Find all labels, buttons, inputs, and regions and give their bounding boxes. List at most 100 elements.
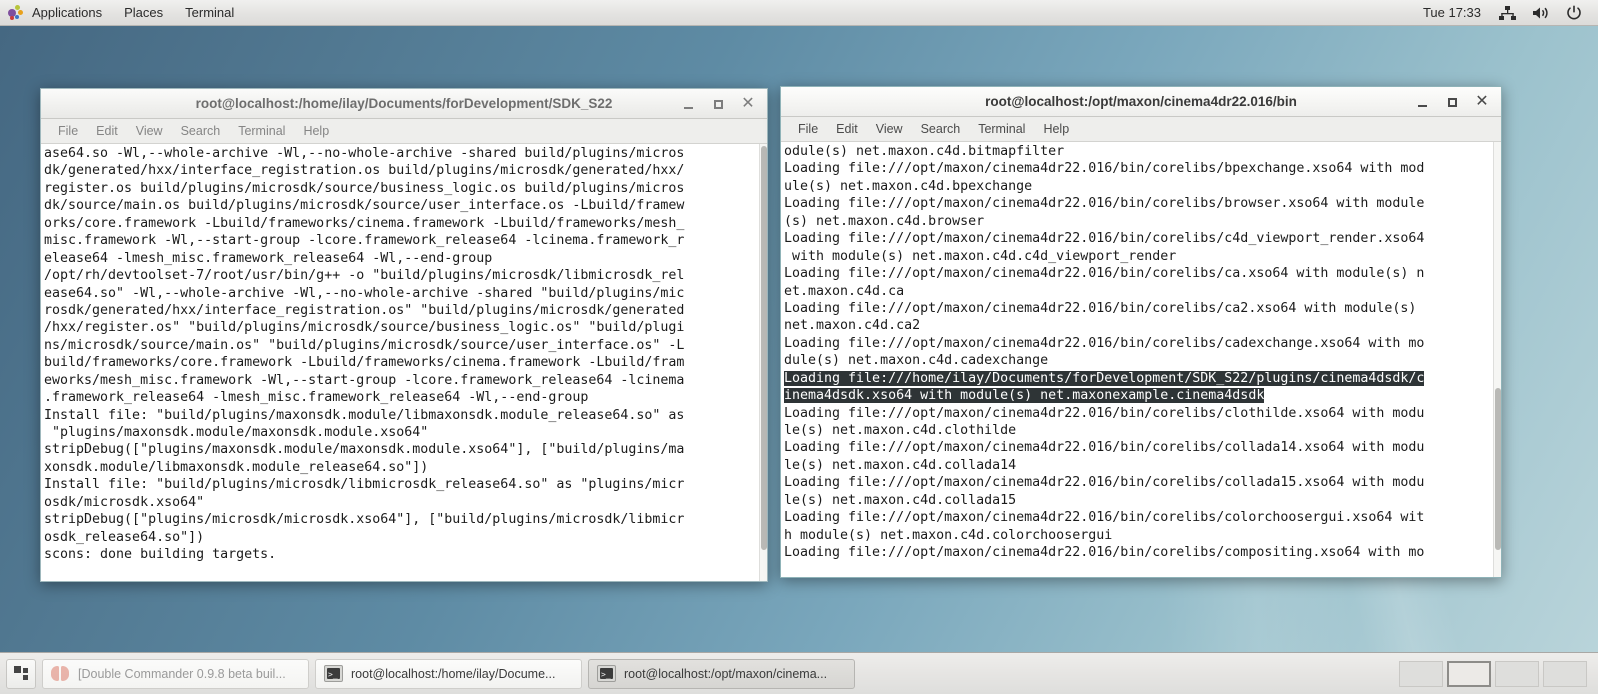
terminal-line: "plugins/maxonsdk.module/maxonsdk.module… [44, 425, 429, 440]
workspace-3[interactable] [1495, 660, 1539, 687]
show-desktop-icon[interactable] [6, 658, 36, 689]
terminal-body-right[interactable]: odule(s) net.maxon.c4d.bitmapfilter Loadi… [781, 142, 1501, 577]
menubar-left: File Edit View Search Terminal Help [41, 119, 767, 144]
terminal-line: le(s) net.maxon.c4d.clothilde [784, 423, 1017, 438]
terminal-line: rosdk/generated/hxx/interface_registrati… [44, 302, 685, 318]
titlebar-left[interactable]: root@localhost:/home/ilay/Documents/forD… [41, 89, 767, 119]
network-icon[interactable] [1491, 4, 1524, 22]
terminal-line: le(s) net.maxon.c4d.collada15 [784, 492, 1017, 508]
terminal-line: Loading file:///opt/maxon/cinema4dr22.01… [784, 335, 1425, 351]
scrollbar-thumb-left[interactable] [761, 146, 767, 550]
menu-help-right[interactable]: Help [1034, 119, 1078, 139]
power-icon[interactable] [1558, 3, 1590, 23]
terminal-line: dk/generated/hxx/interface_registration.… [44, 163, 685, 179]
terminal-line: Loading file:///opt/maxon/cinema4dr22.01… [784, 475, 1425, 491]
terminal-icon [597, 665, 616, 683]
terminal-line: Install file: "build/plugins/microsdk/li… [44, 477, 685, 493]
terminal-line: Loading file:///opt/maxon/cinema4dr22.01… [784, 440, 1425, 456]
maximize-button-left[interactable] [703, 91, 733, 117]
terminal-menu[interactable]: Terminal [174, 1, 245, 25]
terminal-line: ease64.so" -Wl,--whole-archive -Wl,--no-… [44, 285, 685, 301]
terminal-line: orks/core.framework -Lbuild/frameworks/c… [44, 215, 685, 231]
terminal-line: Loading file:///opt/maxon/cinema4dr22.01… [784, 161, 1425, 177]
double-commander-icon [51, 665, 70, 682]
menu-help-left[interactable]: Help [294, 121, 338, 141]
terminal-line: Loading file:///opt/maxon/cinema4dr22.01… [784, 266, 1425, 282]
close-button-left[interactable]: ✕ [733, 91, 763, 117]
terminal-line: Loading file:///opt/maxon/cinema4dr22.01… [784, 405, 1425, 421]
terminal-line: odule(s) net.maxon.c4d.bitmapfilter [784, 144, 1065, 159]
menu-terminal-right[interactable]: Terminal [969, 119, 1034, 139]
terminal-window-left[interactable]: root@localhost:/home/ilay/Documents/forD… [40, 88, 768, 582]
terminal-line: Loading file:///opt/maxon/cinema4dr22.01… [784, 510, 1425, 526]
terminal-line: xonsdk.module/libmaxonsdk.module_release… [44, 459, 429, 475]
terminal-icon [324, 665, 343, 683]
tasklist: [Double Commander 0.9.8 beta buil... root… [42, 658, 1396, 689]
terminal-line: build/frameworks/core.framework -Lbuild/… [44, 355, 685, 371]
places-menu[interactable]: Places [113, 1, 174, 25]
top-panel-menus: Applications Places Terminal [21, 1, 245, 25]
menu-file-right[interactable]: File [789, 119, 827, 139]
menu-file-left[interactable]: File [49, 121, 87, 141]
terminal-line: le(s) net.maxon.c4d.collada14 [784, 457, 1017, 473]
workspace-1[interactable] [1399, 660, 1443, 687]
top-panel-status-area: Tue 17:33 [1413, 2, 1598, 23]
workspace-4[interactable] [1543, 660, 1587, 687]
taskbar-label: [Double Commander 0.9.8 beta buil... [78, 666, 286, 681]
menu-terminal-left[interactable]: Terminal [229, 121, 294, 141]
window-controls-left: ✕ [673, 89, 763, 119]
terminal-line: Loading file:///opt/maxon/cinema4dr22.01… [784, 300, 1417, 316]
terminal-line: osdk/microsdk.xso64" [44, 494, 205, 510]
menu-edit-left[interactable]: Edit [87, 121, 127, 141]
terminal-line: eworks/mesh_misc.framework -Wl,--start-g… [44, 372, 685, 388]
terminal-line: scons: done building targets. [44, 547, 277, 563]
terminal-window-right[interactable]: root@localhost:/opt/maxon/cinema4dr22.01… [780, 86, 1502, 578]
show-desktop-glyph [13, 666, 29, 681]
taskbar-label: root@localhost:/opt/maxon/cinema... [624, 666, 828, 681]
volume-icon[interactable] [1524, 4, 1558, 22]
terminal-line: elease64 -lmesh_misc.framework_release64… [44, 250, 493, 266]
workspace-2[interactable] [1447, 660, 1491, 687]
taskbar-button-2[interactable]: root@localhost:/opt/maxon/cinema... [588, 658, 855, 689]
menu-search-right[interactable]: Search [912, 119, 970, 139]
menu-edit-right[interactable]: Edit [827, 119, 867, 139]
terminal-line: .framework_release64 -lmesh_misc.framewo… [44, 390, 589, 406]
maximize-button-right[interactable] [1437, 89, 1467, 115]
taskbar-button-1[interactable]: root@localhost:/home/ilay/Docume... [315, 658, 582, 689]
gnome-foot-icon[interactable] [8, 5, 23, 20]
terminal-line: Loading file:///opt/maxon/cinema4dr22.01… [784, 196, 1425, 212]
bottom-panel: [Double Commander 0.9.8 beta buil... root… [0, 652, 1598, 694]
window-title-left: root@localhost:/home/ilay/Documents/forD… [195, 96, 613, 111]
menu-view-right[interactable]: View [867, 119, 912, 139]
clock[interactable]: Tue 17:33 [1413, 2, 1491, 23]
terminal-line: h module(s) net.maxon.c4d.colorchoosergu… [784, 527, 1113, 543]
terminal-line: net.maxon.c4d.ca2 [784, 318, 921, 334]
terminal-line: (s) net.maxon.c4d.browser [784, 213, 985, 229]
applications-menu[interactable]: Applications [21, 1, 113, 25]
scrollbar-thumb-right[interactable] [1495, 388, 1501, 550]
terminal-line: Loading file:///opt/maxon/cinema4dr22.01… [784, 545, 1425, 561]
terminal-line: dule(s) net.maxon.c4d.cadexchange [784, 353, 1049, 369]
terminal-body-left[interactable]: ase64.so -Wl,--whole-archive -Wl,--no-wh… [41, 144, 767, 581]
terminal-output-left[interactable]: ase64.so -Wl,--whole-archive -Wl,--no-wh… [41, 144, 759, 581]
terminal-line: /opt/rh/devtoolset-7/root/usr/bin/g++ -o… [44, 268, 685, 284]
terminal-line: osdk_release64.so"]) [44, 529, 205, 545]
terminal-line: ns/microsdk/source/main.os" "build/plugi… [44, 337, 685, 353]
scrollbar-left[interactable] [759, 144, 767, 581]
minimize-button-right[interactable] [1407, 89, 1437, 115]
close-button-right[interactable]: ✕ [1467, 89, 1497, 115]
terminal-line: Install file: "build/plugins/maxonsdk.mo… [44, 407, 685, 423]
terminal-line-selected: inema4dsdk.xso64 with module(s) net.maxo… [784, 387, 1493, 404]
terminal-line: stripDebug(["plugins/microsdk/microsdk.x… [44, 512, 685, 528]
taskbar-button-0[interactable]: [Double Commander 0.9.8 beta buil... [42, 658, 309, 689]
workspace-switcher[interactable] [1396, 658, 1590, 690]
menubar-right: File Edit View Search Terminal Help [781, 117, 1501, 142]
minimize-button-left[interactable] [673, 91, 703, 117]
menu-search-left[interactable]: Search [172, 121, 230, 141]
scrollbar-right[interactable] [1493, 142, 1501, 577]
terminal-output-right[interactable]: odule(s) net.maxon.c4d.bitmapfilter Loadi… [781, 142, 1493, 577]
window-title-right: root@localhost:/opt/maxon/cinema4dr22.01… [985, 94, 1297, 109]
menu-view-left[interactable]: View [127, 121, 172, 141]
titlebar-right[interactable]: root@localhost:/opt/maxon/cinema4dr22.01… [781, 87, 1501, 117]
terminal-line-selected: Loading file:///home/ilay/Documents/forD… [784, 370, 1493, 387]
